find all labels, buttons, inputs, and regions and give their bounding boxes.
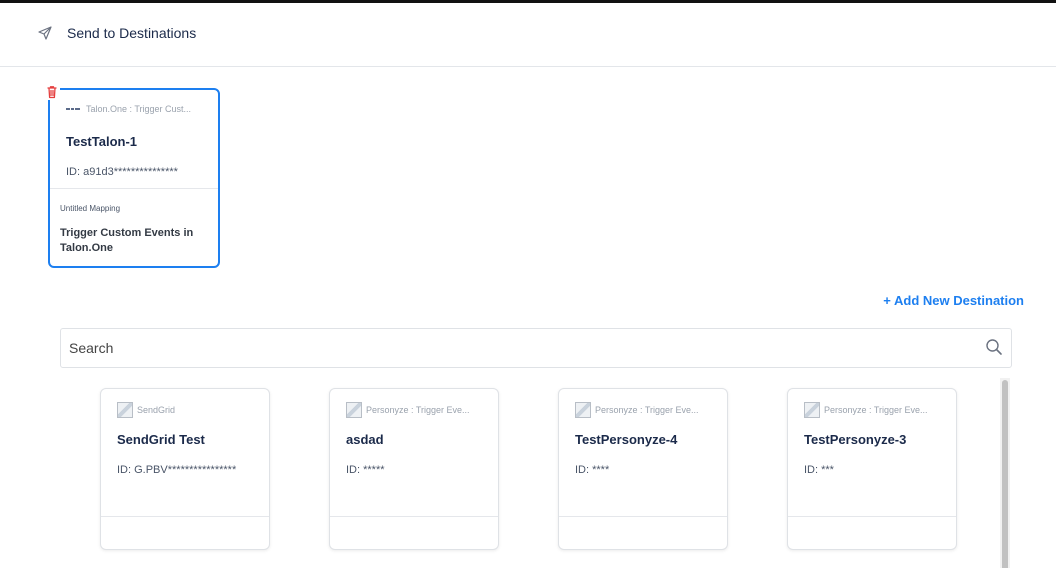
scrollbar-thumb[interactable]	[1002, 380, 1008, 568]
card-source-label: Personyze : Trigger Eve...	[824, 405, 928, 415]
card-id: ID: G.PBV****************	[117, 464, 237, 476]
destination-card[interactable]: Personyze : Trigger Eve... TestPersonyze…	[787, 388, 957, 550]
search-box	[60, 328, 1012, 368]
card-title: asdad	[346, 432, 384, 447]
card-source-label: SendGrid	[137, 405, 176, 415]
destination-card[interactable]: SendGrid SendGrid Test ID: G.PBV********…	[100, 388, 270, 550]
card-source: Personyze : Trigger Eve...	[346, 402, 486, 418]
card-id: ID: ****	[575, 464, 610, 476]
destination-card[interactable]: Personyze : Trigger Eve... TestPersonyze…	[558, 388, 728, 550]
card-source-label: Personyze : Trigger Eve...	[366, 405, 470, 415]
card-title: TestPersonyze-3	[804, 432, 907, 447]
send-icon	[38, 26, 52, 40]
scrollbar[interactable]	[1000, 378, 1010, 568]
card-title: TestPersonyze-4	[575, 432, 678, 447]
mapping-name: Trigger Custom Events in Talon.One	[60, 227, 194, 254]
card-id: ID: *****	[346, 464, 385, 476]
card-source-label: Talon.One : Trigger Cust...	[86, 104, 192, 114]
broken-image-icon	[804, 402, 820, 418]
search-icon[interactable]	[985, 338, 1003, 356]
destination-card[interactable]: Personyze : Trigger Eve... asdad ID: ***…	[329, 388, 499, 550]
broken-image-icon	[117, 402, 133, 418]
card-id: ID: ***	[804, 464, 834, 476]
mapping-label: Untitled Mapping	[60, 204, 121, 213]
card-header: SendGrid SendGrid Test ID: G.PBV********…	[101, 389, 269, 517]
trash-icon[interactable]	[44, 84, 60, 100]
card-header: Personyze : Trigger Eve... asdad ID: ***…	[330, 389, 498, 517]
card-source: SendGrid	[117, 402, 257, 418]
selected-destination-card[interactable]: Talon.One : Trigger Cust... TestTalon-1 …	[48, 88, 220, 268]
page-header: Send to Destinations	[0, 3, 1056, 67]
card-id: ID: a91d3***************	[66, 166, 178, 178]
broken-image-icon	[575, 402, 591, 418]
card-title: SendGrid Test	[117, 432, 205, 447]
broken-image-icon	[346, 402, 362, 418]
search-input[interactable]	[69, 337, 969, 359]
card-header: Personyze : Trigger Eve... TestPersonyze…	[788, 389, 956, 517]
card-source: Personyze : Trigger Eve...	[804, 402, 944, 418]
card-title: TestTalon-1	[66, 134, 138, 149]
talon-one-logo-icon	[66, 106, 82, 112]
card-source: Talon.One : Trigger Cust...	[66, 104, 206, 114]
page-title: Send to Destinations	[67, 25, 197, 41]
card-source: Personyze : Trigger Eve...	[575, 402, 715, 418]
card-source-label: Personyze : Trigger Eve...	[595, 405, 699, 415]
card-header: Personyze : Trigger Eve... TestPersonyze…	[559, 389, 727, 517]
add-new-destination-button[interactable]: + Add New Destination	[883, 293, 1024, 308]
card-header: Talon.One : Trigger Cust... TestTalon-1 …	[50, 90, 218, 189]
